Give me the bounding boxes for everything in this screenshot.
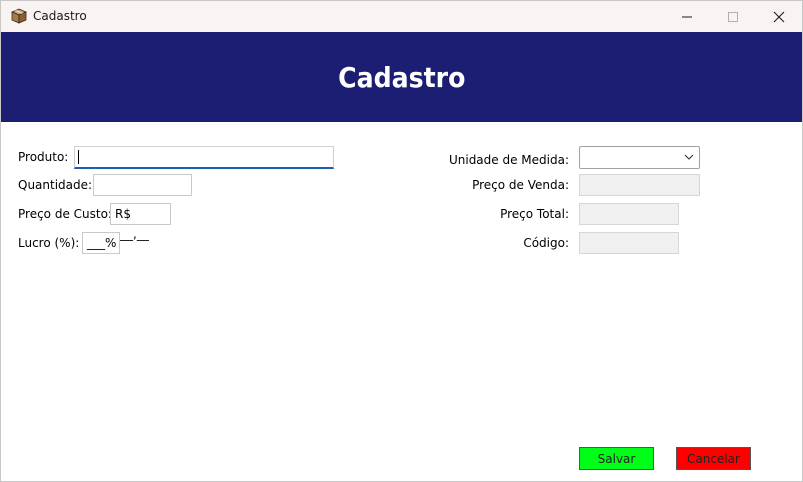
preco-custo-label: Preço de Custo: [18,207,112,221]
chevron-down-icon [684,154,694,160]
preco-total-field [579,203,679,225]
preco-total-label: Preço Total: [500,207,569,221]
close-button[interactable] [756,1,802,32]
unidade-medida-select[interactable] [579,146,700,169]
page-title: Cadastro [337,60,466,94]
title-bar[interactable]: Cadastro [1,1,802,32]
produto-label: Produto: [18,150,69,164]
close-icon [773,11,785,22]
preco-custo-value: R$ ___,__ [115,207,149,241]
app-window: Cadastro Cadastro Produto: Quantidade: P… [0,0,803,482]
cancel-button[interactable]: Cancelar [676,447,751,470]
lucro-value: ___% [87,236,117,250]
minimize-icon [682,16,692,17]
header-banner: Cadastro [1,32,802,122]
save-button[interactable]: Salvar [579,447,654,470]
codigo-field [579,232,679,254]
preco-venda-field [579,174,700,196]
minimize-button[interactable] [664,1,710,32]
codigo-label: Código: [523,236,569,250]
lucro-input[interactable]: ___% [82,232,120,254]
produto-input[interactable] [74,146,334,169]
maximize-button[interactable] [710,1,756,32]
preco-custo-input[interactable]: R$ ___,__ [110,203,171,241]
app-box-icon [11,8,27,24]
lucro-label: Lucro (%): [18,236,80,250]
maximize-icon [728,11,738,22]
quantidade-label: Quantidade: [18,178,93,192]
text-caret [78,150,79,164]
quantidade-input[interactable] [93,174,192,196]
preco-venda-label: Preço de Venda: [472,178,569,192]
window-title: Cadastro [33,9,87,23]
unidade-medida-label: Unidade de Medida: [448,153,569,167]
